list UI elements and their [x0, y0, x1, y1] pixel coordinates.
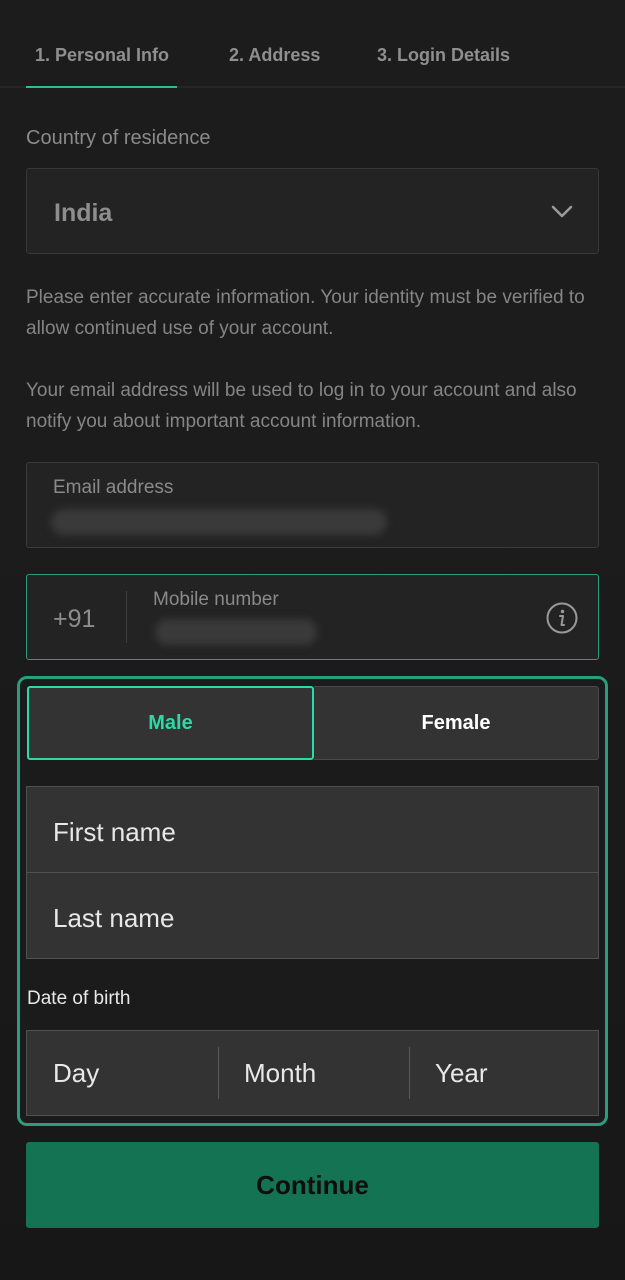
step-tabs: 1. Personal Info 2. Address 3. Login Det…: [0, 0, 625, 88]
last-name-input[interactable]: Last name: [26, 872, 599, 959]
dob-year-select[interactable]: Year: [409, 1031, 598, 1115]
gender-male-button[interactable]: Male: [27, 686, 314, 760]
first-name-placeholder: First name: [53, 817, 176, 847]
email-field-label: Email address: [53, 477, 174, 498]
country-label: Country of residence: [26, 127, 211, 149]
continue-button[interactable]: Continue: [26, 1142, 599, 1228]
mobile-field-label: Mobile number: [153, 589, 279, 610]
last-name-placeholder: Last name: [53, 903, 175, 933]
dob-field: Day Month Year: [26, 1030, 599, 1116]
dob-label: Date of birth: [27, 988, 131, 1009]
email-field[interactable]: Email address: [26, 462, 599, 548]
tab-login-details[interactable]: 3. Login Details: [377, 45, 510, 66]
tab-address[interactable]: 2. Address: [229, 45, 320, 66]
mobile-divider: [126, 591, 127, 643]
identity-info-text: Please enter accurate information. Your …: [26, 287, 585, 339]
mobile-value-redacted: [155, 619, 317, 645]
active-tab-indicator: [26, 86, 177, 88]
dob-day-select[interactable]: Day: [27, 1031, 218, 1115]
tab-personal-info[interactable]: 1. Personal Info: [35, 45, 169, 66]
country-select[interactable]: India: [26, 168, 599, 254]
chevron-down-icon: [551, 205, 573, 218]
email-value-redacted: [51, 509, 387, 535]
country-value: India: [54, 199, 113, 227]
mobile-field[interactable]: +91 Mobile number: [26, 574, 599, 660]
email-info-text: Your email address will be used to log i…: [26, 380, 577, 432]
first-name-input[interactable]: First name: [26, 786, 599, 873]
country-code[interactable]: +91: [53, 605, 95, 634]
gender-female-button[interactable]: Female: [314, 686, 599, 760]
info-icon[interactable]: [546, 602, 578, 634]
dob-month-select[interactable]: Month: [218, 1031, 409, 1115]
